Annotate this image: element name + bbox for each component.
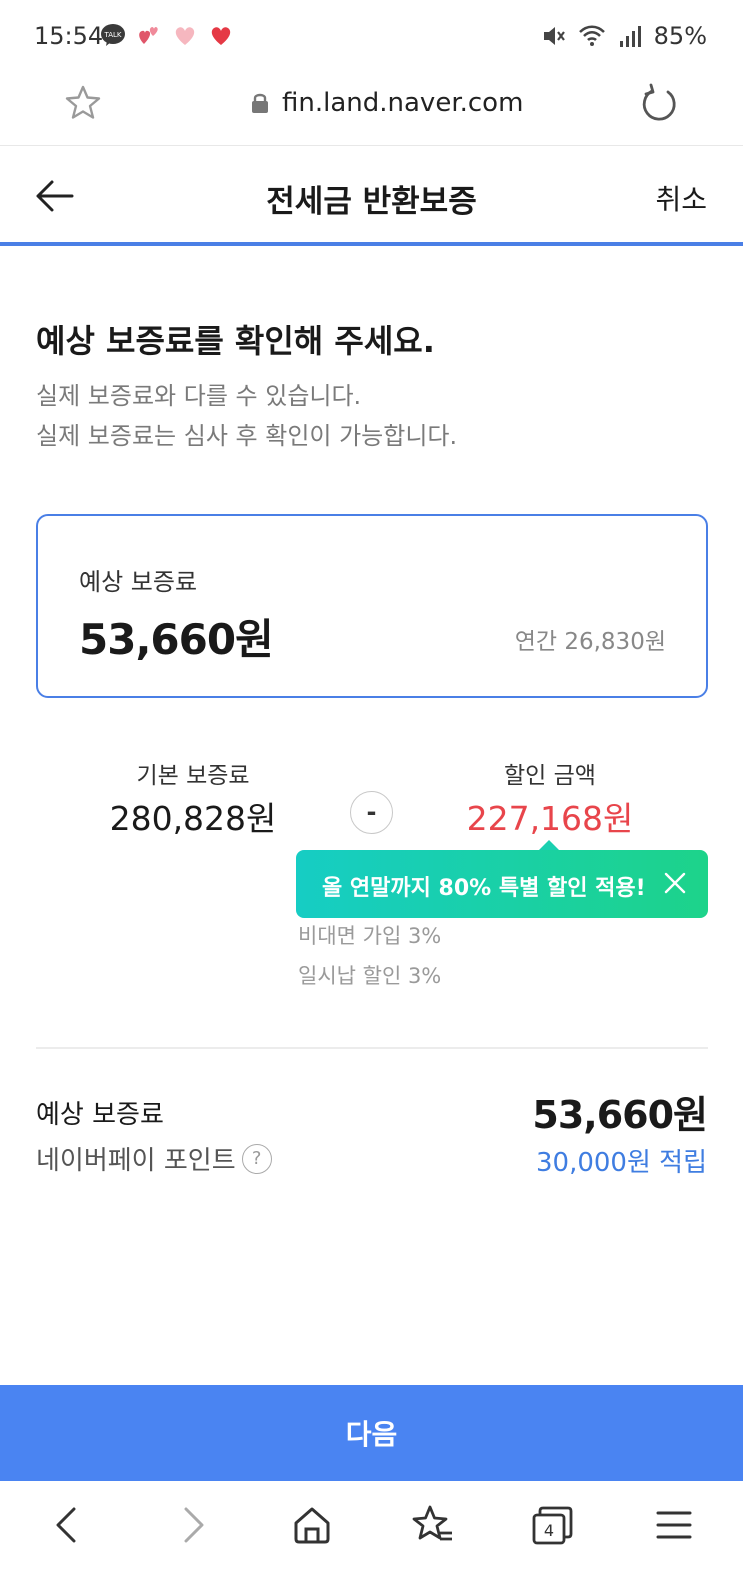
svg-text:TALK: TALK — [103, 31, 121, 39]
url-field[interactable]: fin.land.naver.com — [250, 88, 523, 118]
minus-operator: - — [350, 791, 393, 834]
card-annual-fee: 연간 26,830원 — [514, 629, 666, 655]
bookmark-star-icon[interactable] — [62, 82, 104, 124]
base-fee-label: 기본 보증료 — [136, 763, 250, 789]
browser-url-bar: fin.land.naver.com — [0, 72, 743, 146]
status-bar: 15:54 TALK 85% — [0, 0, 743, 72]
page-title: 전세금 반환보증 — [266, 184, 477, 220]
discount-label: 할인 금액 — [504, 763, 596, 789]
cancel-button[interactable]: 취소 — [655, 178, 707, 218]
hearts-sticker-icon — [136, 22, 162, 48]
card-amount: 53,660원 — [79, 615, 274, 664]
base-fee-value: 280,828원 — [109, 799, 277, 838]
section-heading: 예상 보증료를 확인해 주세요. — [36, 322, 435, 360]
tooltip-text: 올 연말까지 80% 특별 할인 적용! — [322, 876, 646, 901]
wifi-icon — [578, 23, 606, 49]
discount-tooltip: 올 연말까지 80% 특별 할인 적용! — [296, 840, 708, 918]
help-icon[interactable]: ? — [241, 1143, 272, 1174]
system-icons: 85% — [540, 22, 707, 50]
back-chevron-icon[interactable] — [46, 1503, 90, 1547]
status-time: 15:54 — [34, 22, 104, 50]
kakaotalk-icon: TALK — [100, 22, 126, 48]
notification-icons: TALK — [100, 22, 234, 48]
lock-icon — [250, 91, 270, 115]
card-label: 예상 보증료 — [79, 568, 198, 596]
url-text: fin.land.naver.com — [282, 88, 524, 118]
pink-heart-icon — [172, 22, 198, 48]
bookmarks-icon[interactable] — [410, 1503, 454, 1547]
naverpay-points-row: 네이버페이 포인트 ? — [36, 1140, 272, 1177]
mute-icon — [540, 23, 568, 49]
expected-fee-value: 53,660원 — [532, 1093, 708, 1137]
intro-note-1: 실제 보증료와 다를 수 있습니다. — [36, 382, 362, 410]
discount-detail: 일시납 할인 3% — [298, 964, 442, 988]
red-heart-icon — [208, 22, 234, 48]
naverpay-points-label: 네이버페이 포인트 — [36, 1146, 236, 1176]
browser-bottom-nav: 4 — [0, 1481, 743, 1569]
naverpay-points-value: 30,000원 적립 — [536, 1148, 707, 1178]
intro-note-2: 실제 보증료는 심사 후 확인이 가능합니다. — [36, 422, 458, 450]
reload-icon[interactable] — [636, 82, 682, 128]
svg-text:4: 4 — [544, 1521, 554, 1540]
signal-icon — [616, 23, 644, 49]
divider — [36, 1047, 708, 1049]
battery-percent: 85% — [653, 22, 707, 50]
expected-fee-label: 예상 보증료 — [36, 1100, 164, 1130]
discount-detail: 비대면 가입 3% — [298, 924, 442, 948]
home-icon[interactable] — [290, 1503, 334, 1547]
discount-value: 227,168원 — [466, 799, 634, 838]
forward-chevron-icon[interactable] — [170, 1503, 214, 1547]
expected-fee-card: 예상 보증료 53,660원 연간 26,830원 — [36, 514, 708, 698]
tabs-icon[interactable]: 4 — [530, 1503, 574, 1547]
app-header: 전세금 반환보증 취소 — [0, 146, 743, 246]
close-icon[interactable] — [662, 870, 688, 896]
next-button[interactable]: 다음 — [0, 1385, 743, 1481]
menu-icon[interactable] — [652, 1503, 696, 1547]
